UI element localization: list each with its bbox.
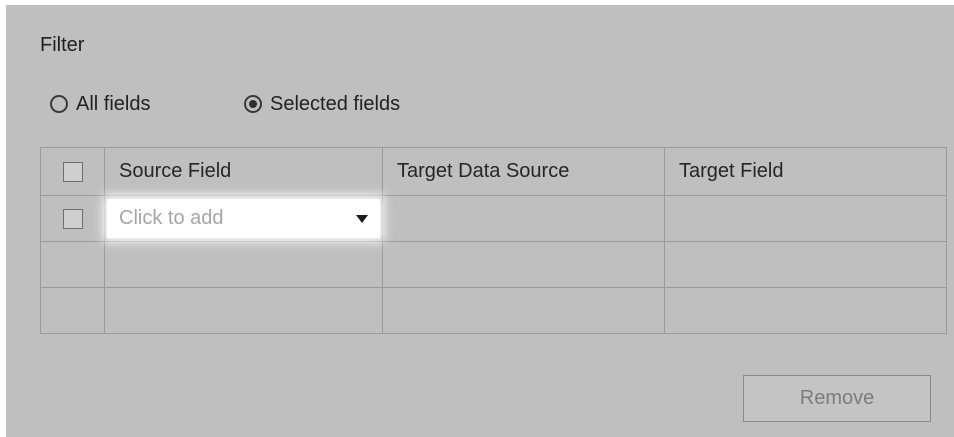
source-field-placeholder: Click to add	[119, 207, 224, 229]
target-data-source-cell[interactable]	[382, 195, 665, 242]
table-header-row: Source Field Target Data Source Target F…	[40, 147, 947, 196]
target-field-cell	[664, 287, 947, 334]
header-target-field: Target Field	[664, 147, 947, 196]
source-field-cell	[104, 287, 383, 334]
chevron-down-icon[interactable]	[356, 214, 368, 223]
table-row: Click to add	[40, 195, 947, 242]
radio-selected-fields-label: Selected fields	[270, 92, 401, 115]
row-checkbox[interactable]	[62, 208, 83, 229]
radio-checked-icon[interactable]	[244, 95, 262, 113]
select-all-checkbox[interactable]	[62, 161, 83, 182]
radio-dot	[249, 100, 257, 108]
radio-unchecked-icon[interactable]	[50, 95, 68, 113]
target-field-cell	[664, 241, 947, 288]
row-select-cell	[40, 241, 105, 288]
filter-panel: Filter All fields Selected fields Source…	[6, 5, 954, 437]
remove-button[interactable]: Remove	[743, 375, 931, 422]
header-select-all-cell	[40, 147, 105, 196]
radio-selected-fields[interactable]: Selected fields	[244, 90, 400, 118]
target-data-source-cell	[382, 287, 665, 334]
header-source-field: Source Field	[104, 147, 383, 196]
row-select-cell	[40, 195, 105, 242]
row-select-cell	[40, 287, 105, 334]
field-mapping-table: Source Field Target Data Source Target F…	[40, 147, 947, 334]
filter-title: Filter	[40, 34, 85, 56]
radio-all-fields[interactable]: All fields	[50, 90, 150, 118]
source-field-dropdown[interactable]: Click to add	[107, 199, 380, 238]
target-data-source-cell	[382, 241, 665, 288]
table-row	[40, 287, 947, 334]
table-row	[40, 241, 947, 288]
source-field-cell: Click to add	[104, 195, 383, 242]
header-target-data-source: Target Data Source	[382, 147, 665, 196]
target-field-cell[interactable]	[664, 195, 947, 242]
source-field-cell	[104, 241, 383, 288]
radio-all-fields-label: All fields	[76, 92, 151, 115]
